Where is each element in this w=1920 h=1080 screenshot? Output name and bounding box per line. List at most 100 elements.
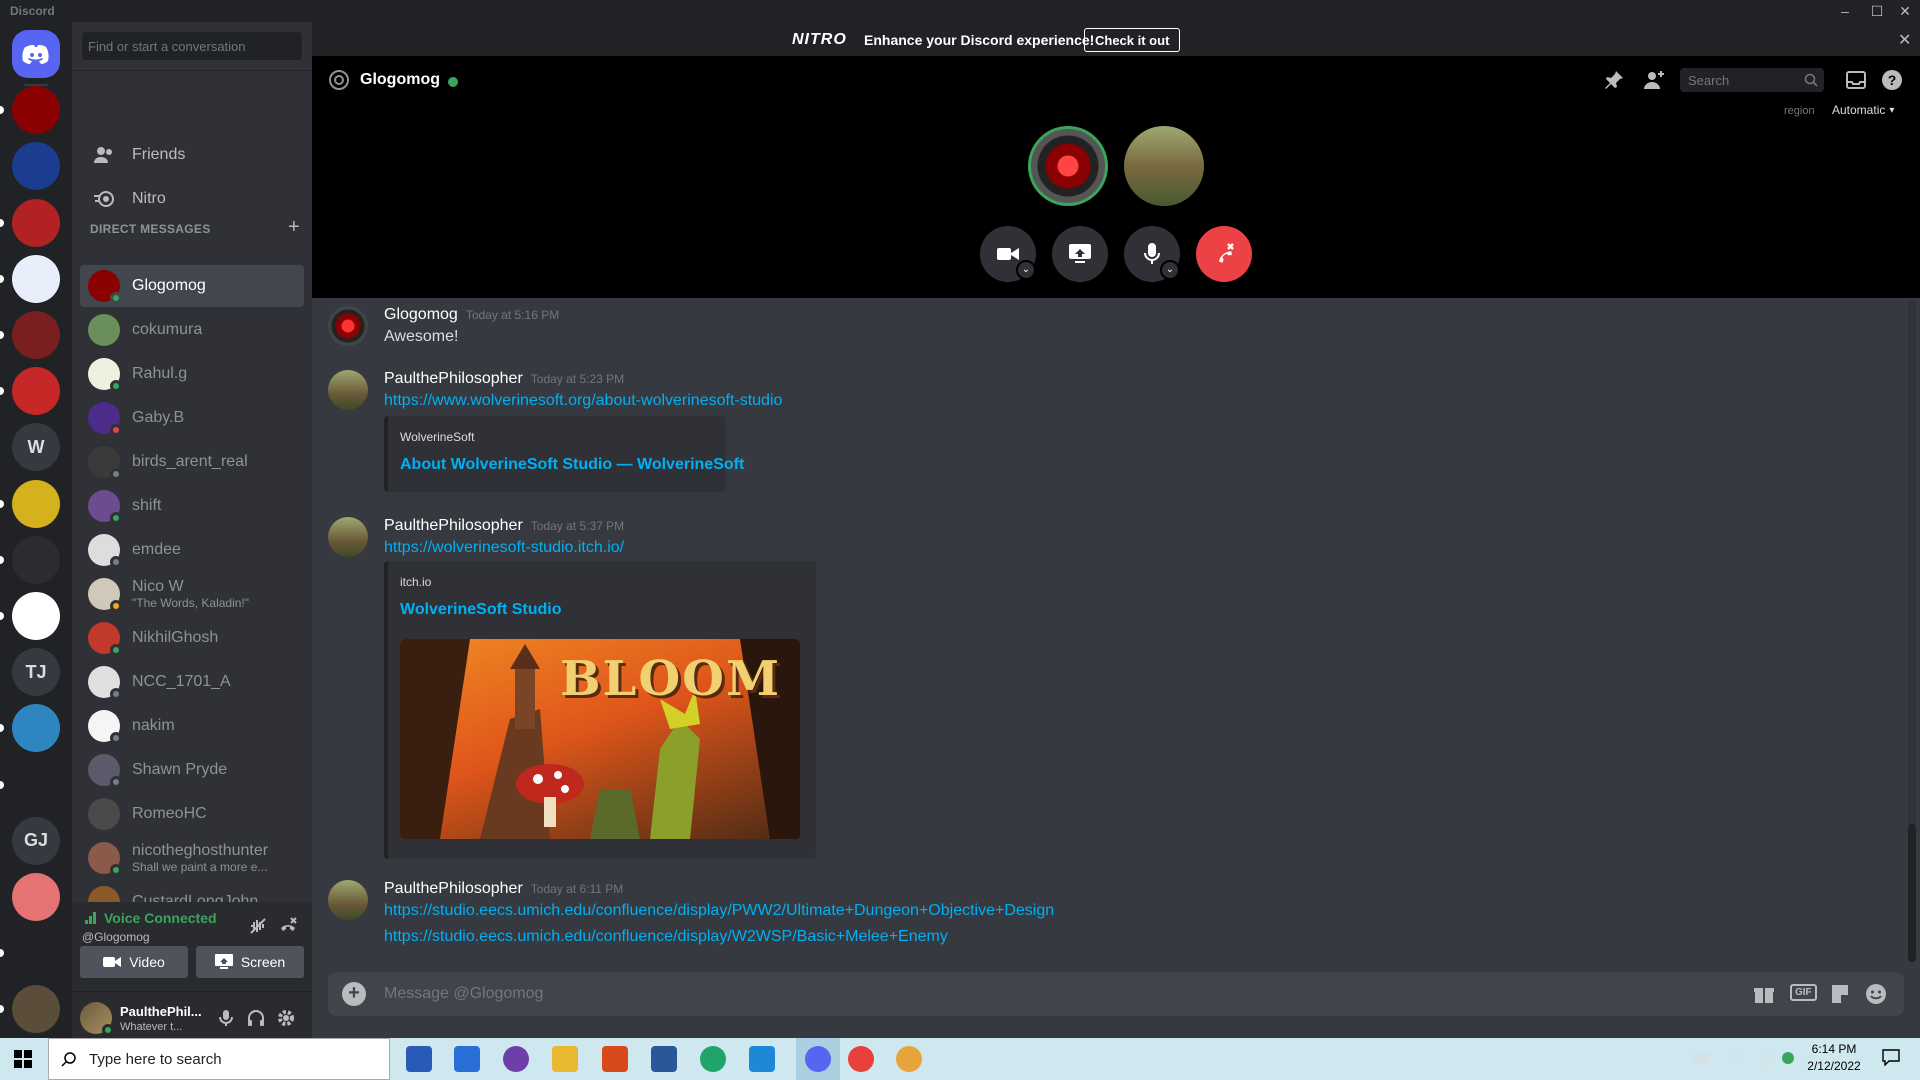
dm-item[interactable]: NCC_1701_A [80, 661, 304, 703]
dm-search-input[interactable]: Find or start a conversation [82, 32, 302, 60]
leave-call-button[interactable] [1196, 226, 1252, 282]
close-banner-icon[interactable]: ✕ [1898, 30, 1911, 50]
yellow-x-server[interactable] [12, 479, 60, 528]
voice-status[interactable]: Voice Connected [84, 910, 217, 926]
noise-suppression-icon[interactable] [248, 916, 268, 936]
tray-mic-icon[interactable]: 🎙 [1756, 1050, 1774, 1067]
yin-yang-server[interactable] [12, 142, 60, 191]
minimize-button[interactable]: – [1830, 0, 1860, 22]
tray-status-icon[interactable] [1782, 1052, 1794, 1064]
disconnect-icon[interactable] [278, 916, 298, 936]
embed-image-bloom[interactable]: BLOOM [400, 639, 800, 839]
chrome-browser-icon[interactable] [896, 1046, 922, 1072]
camera-options-chevron-icon[interactable]: ⌄ [1016, 260, 1036, 280]
discord-home-icon[interactable] [12, 30, 60, 78]
github-desktop-icon[interactable] [503, 1046, 529, 1072]
message-link[interactable]: https://wolverinesoft-studio.itch.io/ [384, 539, 624, 557]
dm-item[interactable]: cokumura [80, 309, 304, 351]
orange-bus-server[interactable] [12, 873, 60, 921]
taskbar-clock-date[interactable]: 2/12/2022 [1804, 1059, 1864, 1073]
dm-item[interactable]: Nico W "The Words, Kaladin!" [80, 573, 304, 615]
toggle-camera-button[interactable]: ⌄ [980, 226, 1036, 282]
message-avatar[interactable] [328, 370, 368, 410]
nitro-check-it-out-button[interactable]: Check it out [1084, 28, 1181, 52]
message-link-2[interactable]: https://studio.eecs.umich.edu/confluence… [384, 928, 948, 946]
message-avatar[interactable] [328, 517, 368, 557]
upload-plus-icon[interactable]: + [342, 982, 366, 1006]
message-link[interactable]: https://studio.eecs.umich.edu/confluence… [384, 902, 1054, 920]
deafen-headphones-icon[interactable] [246, 1008, 266, 1028]
message-composer[interactable]: + Message @Glogomog GIF [328, 972, 1904, 1016]
server-tj[interactable]: TJ [12, 648, 60, 697]
message-link[interactable]: https://www.wolverinesoft.org/about-wolv… [384, 392, 782, 410]
dm-item[interactable]: shift [80, 485, 304, 527]
server-gj[interactable]: GJ [12, 816, 60, 865]
sticker-icon[interactable] [1828, 982, 1852, 1006]
taskbar-search-box[interactable]: Type here to search [48, 1038, 390, 1080]
pink-f-server[interactable] [12, 592, 60, 640]
red-grid-server[interactable] [12, 311, 60, 359]
dm-item[interactable]: RomeoHC [80, 793, 304, 835]
red-box-server[interactable] [12, 198, 60, 247]
participant-avatar-paul[interactable] [1124, 126, 1204, 206]
dm-item[interactable]: nakim [80, 705, 304, 747]
region-select[interactable]: Automatic ▾ [1832, 103, 1894, 117]
dm-item[interactable]: Shawn Pryde [80, 749, 304, 791]
video-button[interactable]: Video [80, 946, 188, 978]
message-avatar[interactable] [328, 880, 368, 920]
dm-item[interactable]: Glogomog [80, 265, 304, 307]
store-app-icon[interactable] [406, 1046, 432, 1072]
gif-icon[interactable]: GIF [1790, 984, 1817, 1001]
help-icon[interactable]: ? [1880, 68, 1904, 92]
share-screen-button[interactable] [1052, 226, 1108, 282]
chat-scrollbar-thumb[interactable] [1908, 824, 1916, 962]
dm-item[interactable]: nicotheghosthunter Shall we paint a more … [80, 837, 304, 879]
avatar-server[interactable] [12, 367, 60, 416]
red-eye-server[interactable] [12, 86, 60, 135]
notification-center-icon[interactable] [1882, 1048, 1900, 1066]
dm-item[interactable]: emdee [80, 529, 304, 571]
emoji-icon[interactable] [1864, 982, 1888, 1006]
dm-item[interactable]: Gaby.B [80, 397, 304, 439]
white-figure-server[interactable] [12, 760, 60, 809]
word-app-icon[interactable] [651, 1046, 677, 1072]
mail-app-icon[interactable] [454, 1046, 480, 1072]
blue-robot-server[interactable] [12, 704, 60, 753]
message-avatar[interactable] [328, 306, 368, 346]
participant-avatar-glogomog[interactable] [1028, 126, 1108, 206]
message-author[interactable]: PaulthePhilosopher Today at 6:11 PM [384, 880, 623, 898]
inbox-icon[interactable] [1844, 68, 1868, 92]
message-author[interactable]: Glogomog Today at 5:16 PM [384, 306, 559, 324]
message-author[interactable]: PaulthePhilosopher Today at 5:37 PM [384, 517, 624, 535]
embed-title[interactable]: About WolverineSoft Studio — WolverineSo… [400, 456, 744, 474]
embed-title[interactable]: WolverineSoft Studio [400, 601, 561, 619]
blue-pattern-server[interactable] [12, 254, 60, 303]
author-name[interactable]: Glogomog [384, 306, 458, 323]
user-avatar[interactable] [80, 1002, 114, 1036]
file-explorer-icon[interactable] [552, 1046, 578, 1072]
pinned-messages-icon[interactable] [1602, 68, 1626, 92]
discord-taskbar-icon[interactable] [805, 1046, 831, 1072]
user-settings-gear-icon[interactable] [276, 1008, 296, 1028]
author-name[interactable]: PaulthePhilosopher [384, 517, 523, 534]
office-app-icon[interactable] [602, 1046, 628, 1072]
m-logo-server[interactable] [12, 929, 60, 978]
add-friend-icon[interactable] [1642, 68, 1666, 92]
edge-browser-icon[interactable] [700, 1046, 726, 1072]
dm-item[interactable]: Rahul.g [80, 353, 304, 395]
author-name[interactable]: PaulthePhilosopher [384, 370, 523, 387]
mute-microphone-icon[interactable] [216, 1008, 236, 1028]
dm-item[interactable]: NikhilGhosh [80, 617, 304, 659]
create-dm-plus-icon[interactable]: + [288, 217, 300, 237]
mic-options-chevron-icon[interactable]: ⌄ [1160, 260, 1180, 280]
app-red-icon[interactable] [848, 1046, 874, 1072]
embed-provider[interactable]: itch.io [400, 575, 431, 589]
taskbar-clock-time[interactable]: 6:14 PM [1804, 1042, 1864, 1056]
keyboard-icon[interactable]: ⌨ [1690, 1050, 1710, 1067]
screen-share-button[interactable]: Screen [196, 946, 304, 978]
close-window-button[interactable]: ✕ [1890, 0, 1920, 22]
nitro-nav-item[interactable]: Nitro [80, 178, 304, 220]
friends-nav-item[interactable]: Friends [80, 134, 304, 176]
tray-chevron-up-icon[interactable]: ^ [1734, 1048, 1741, 1064]
maximize-button[interactable]: ☐ [1862, 0, 1892, 22]
